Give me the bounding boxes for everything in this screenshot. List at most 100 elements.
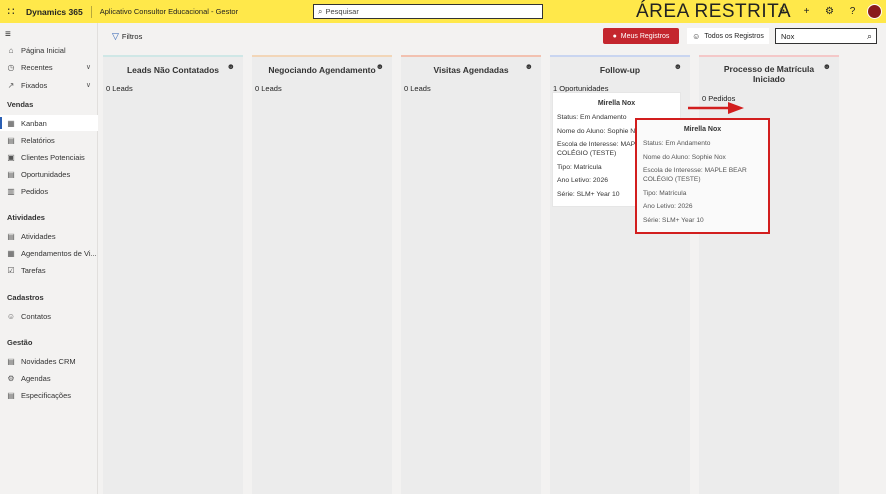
sidebar-item-label: Kanban [21, 118, 47, 128]
person-icon[interactable]: ☻ [376, 62, 384, 72]
column-header: Visitas Agendadas ☻ [401, 57, 541, 83]
sidebar-item-recent[interactable]: ◷ Recentes ∨ [0, 59, 98, 75]
sidebar-item-contacts[interactable]: ☺ Contatos [0, 308, 98, 324]
sidebar-item-label: Contatos [21, 311, 52, 321]
sidebar-group-vendas: Vendas [7, 100, 34, 109]
sidebar-group-cadastros: Cadastros [7, 293, 44, 302]
top-icons: ☉ + ⚙ ? [772, 0, 864, 23]
sidebar-item-opportunities[interactable]: ▤ Oportunidades [0, 166, 98, 182]
card-type: Tipo: Matrícula [643, 189, 687, 197]
clock-icon: ◷ [7, 62, 15, 72]
sidebar-item-pinned[interactable]: ↗ Fixados ∨ [0, 77, 98, 93]
kanban-column-visits-scheduled: Visitas Agendadas ☻ 0 Leads [401, 55, 541, 494]
sidebar-item-reports[interactable]: ▤ Relatórios [0, 132, 98, 148]
card-grade: Série: SLM+ Year 10 [643, 216, 704, 224]
person-icon[interactable]: ☻ [227, 62, 235, 72]
all-records-button[interactable]: ☺ Todos os Registros [687, 28, 769, 44]
sidebar-item-label: Recentes [21, 62, 53, 72]
hamburger-menu-icon[interactable]: ≡ [5, 29, 11, 40]
column-header: Negociando Agendamento ☻ [252, 57, 392, 83]
column-title: Leads Não Contatados [126, 65, 220, 75]
sidebar-item-label: Tarefas [21, 265, 46, 275]
column-title: Follow-up [599, 65, 641, 75]
restricted-area-banner: ÁREA RESTRITA [636, 1, 792, 22]
column-count: 0 Leads [106, 84, 133, 93]
column-count: 0 Leads [404, 84, 431, 93]
sidebar-item-kanban[interactable]: ▦ Kanban [0, 115, 98, 131]
card-status: Status: Em Andamento [643, 140, 711, 147]
user-icon: ● [612, 32, 617, 40]
sidebar-item-label: Agendas [21, 373, 51, 383]
person-icon[interactable]: ☻ [823, 62, 831, 72]
all-records-label: Todos os Registros [704, 32, 764, 40]
kanban-search-value: Nox [781, 31, 795, 41]
waffle-icon[interactable]: ∷ [0, 0, 22, 23]
column-count: 0 Leads [255, 84, 282, 93]
column-header: Leads Não Contatados ☻ [103, 57, 243, 83]
my-records-button[interactable]: ● Meus Registros [603, 28, 679, 44]
sidebar-item-label: Atividades [21, 231, 56, 241]
sidebar-item-visit-schedules[interactable]: ▦ Agendamentos de Vi... [0, 245, 98, 261]
sidebar-item-orders[interactable]: ▥ Pedidos [0, 183, 98, 199]
card-student: Nome do Aluno: Sophie Nox [643, 153, 726, 161]
sidebar-item-home[interactable]: ⌂ Página Inicial [0, 42, 98, 58]
user-avatar[interactable] [867, 4, 882, 19]
filters-label: Filtros [121, 32, 143, 41]
calendar-icon: ▦ [7, 248, 15, 258]
sidebar-item-crm-news[interactable]: ▤ Novidades CRM [0, 353, 98, 369]
pin-icon: ↗ [7, 80, 15, 90]
card-year: Ano Letivo: 2026 [643, 203, 693, 210]
chevron-down-icon[interactable]: ∨ [86, 81, 91, 89]
agenda-gear-icon: ⚙ [7, 373, 15, 383]
sidebar-item-label: Clientes Potenciais [21, 152, 85, 162]
activities-icon: ▤ [7, 231, 15, 241]
home-icon: ⌂ [8, 45, 14, 55]
dragged-card-preview[interactable]: Mirella Nox Status: Em Andamento Nome do… [635, 118, 770, 234]
news-icon: ▤ [7, 356, 15, 366]
kanban-search-input[interactable]: Nox ⌕ [775, 28, 877, 44]
sidebar-item-label: Página Inicial [21, 45, 66, 55]
brand-title[interactable]: Dynamics 365 [22, 5, 92, 18]
sidebar-item-label: Pedidos [21, 186, 49, 196]
column-header: Processo de Matrícula Iniciado ☻ [699, 57, 839, 91]
kanban-column-leads-not-contacted: Leads Não Contatados ☻ 0 Leads [103, 55, 243, 494]
search-icon[interactable]: ⌕ [867, 31, 872, 42]
tasks-icon: ☑ [7, 265, 15, 275]
kanban-column-negotiating: Negociando Agendamento ☻ 0 Leads [252, 55, 392, 494]
column-header: Follow-up ☻ [550, 57, 690, 83]
card-name: Mirella Nox [683, 126, 722, 133]
chevron-down-icon[interactable]: ∨ [86, 63, 91, 71]
spec-icon: ▤ [7, 390, 15, 400]
lightbulb-icon[interactable]: ☉ [772, 6, 795, 17]
person-icon[interactable]: ☻ [525, 62, 533, 72]
person-icon[interactable]: ☻ [674, 62, 682, 72]
column-title: Visitas Agendadas [433, 65, 509, 75]
plus-icon[interactable]: + [795, 6, 818, 17]
search-icon: ⌕ [318, 6, 323, 16]
card-name: Mirella Nox [597, 100, 636, 107]
sidebar-item-label: Relatórios [21, 135, 55, 145]
opportunity-icon: ▤ [7, 169, 15, 179]
sidebar-item-label: Oportunidades [21, 169, 71, 179]
sidebar-item-activities[interactable]: ▤ Atividades [0, 228, 98, 244]
sidebar-item-label: Agendamentos de Vi... [21, 248, 97, 258]
global-search-placeholder: Pesquisar [325, 7, 359, 16]
help-icon[interactable]: ? [841, 6, 864, 17]
filters-button[interactable]: ▽ Filtros [112, 31, 142, 42]
app-name[interactable]: Aplicativo Consultor Educacional - Gesto… [92, 7, 238, 16]
sidebar-item-specifications[interactable]: ▤ Especificações [0, 387, 98, 403]
my-records-label: Meus Registros [620, 32, 670, 40]
global-search-input[interactable]: ⌕ Pesquisar [313, 4, 543, 19]
filter-icon: ▽ [112, 31, 119, 41]
column-title: Processo de Matrícula Iniciado [723, 64, 815, 84]
sidebar-item-tasks[interactable]: ☑ Tarefas [0, 262, 98, 278]
column-title: Negociando Agendamento [268, 65, 376, 75]
sidebar-item-agendas[interactable]: ⚙ Agendas [0, 370, 98, 386]
contact-icon: ☺ [6, 311, 16, 321]
sidebar-group-gestao: Gestão [7, 338, 33, 347]
report-icon: ▤ [7, 135, 15, 145]
gear-icon[interactable]: ⚙ [818, 6, 841, 17]
card-school: Escola de Interesse: MAPLE BEAR COLÉGIO … [643, 167, 747, 183]
drag-arrow-icon [688, 102, 744, 114]
sidebar-item-leads[interactable]: ▣ Clientes Potenciais [0, 149, 98, 165]
